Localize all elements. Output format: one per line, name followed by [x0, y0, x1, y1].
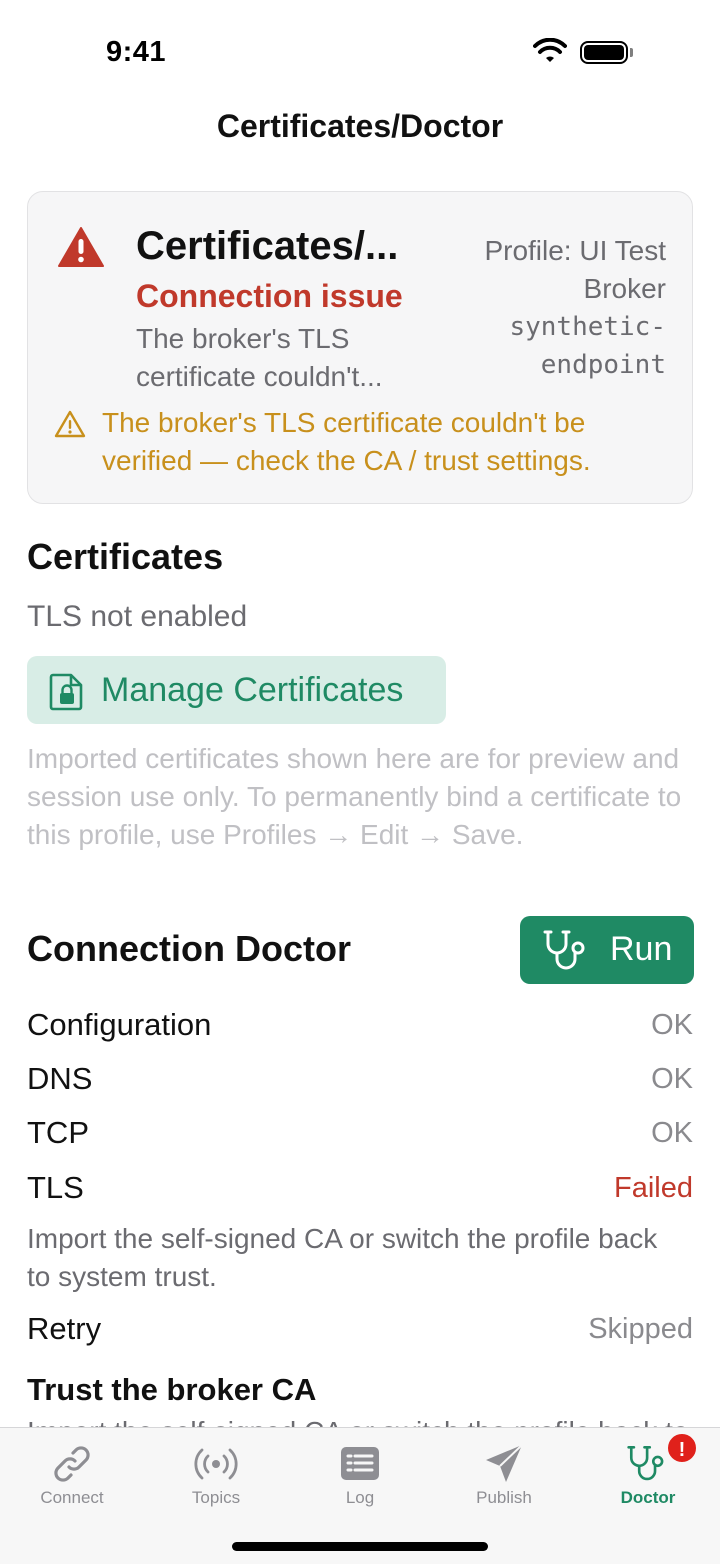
check-row-dns: DNS OK: [27, 1061, 693, 1105]
connection-alert-card: Certificates/... Connection issue The br…: [27, 191, 693, 504]
connection-doctor-heading: Connection Doctor: [27, 928, 351, 969]
run-label: Run: [610, 930, 673, 968]
manage-certificates-label: Manage Certificates: [101, 671, 404, 709]
check-row-configuration: Configuration OK: [27, 1007, 693, 1051]
manage-certificates-button[interactable]: Manage Certificates: [27, 656, 446, 724]
check-name: TCP: [27, 1115, 89, 1150]
alert-profile: Profile: UI Test Broker: [484, 235, 666, 304]
tab-label: Publish: [476, 1488, 532, 1507]
tab-label: Connect: [40, 1488, 104, 1507]
battery-cap: [630, 48, 633, 57]
stethoscope-icon: [627, 1445, 664, 1481]
broadcast-icon: [194, 1448, 238, 1480]
tab-log[interactable]: Log: [288, 1428, 432, 1528]
wifi-icon: [533, 38, 567, 62]
check-value: OK: [651, 1009, 693, 1041]
send-icon: [486, 1444, 523, 1482]
tls-status: TLS not enabled: [27, 600, 248, 633]
log-icon: [341, 1447, 379, 1480]
tls-hint: Import the self-signed CA or switch the …: [27, 1223, 658, 1292]
certificate-lock-icon: [49, 673, 83, 711]
stethoscope-icon: [543, 930, 585, 970]
tab-label: Doctor: [620, 1488, 676, 1507]
check-name: TLS: [27, 1170, 84, 1205]
home-indicator: [232, 1542, 488, 1551]
check-value: OK: [651, 1117, 693, 1149]
check-value-failed: Failed: [614, 1172, 693, 1204]
check-value: Skipped: [588, 1313, 693, 1345]
alert-status: Connection issue: [136, 278, 403, 314]
tab-label: Log: [345, 1488, 375, 1507]
battery-icon: [580, 41, 628, 64]
certificates-note: Imported certificates shown here are for…: [27, 743, 682, 850]
page-title: Certificates/Doctor: [216, 108, 504, 144]
run-doctor-button[interactable]: Run: [520, 916, 694, 984]
alert-triangle-icon: [58, 227, 104, 267]
alert-endpoint: synthetic-endpoint: [509, 312, 666, 380]
check-value: OK: [651, 1063, 693, 1095]
doctor-alert-badge: !: [666, 1432, 698, 1464]
tab-publish[interactable]: Publish: [432, 1428, 576, 1528]
warning-icon: [54, 410, 86, 438]
check-name: Retry: [27, 1311, 102, 1346]
check-name: DNS: [27, 1061, 93, 1096]
tab-topics[interactable]: Topics: [144, 1428, 288, 1528]
tab-connect[interactable]: Connect: [0, 1428, 144, 1528]
certificates-heading: Certificates: [27, 536, 224, 577]
tab-label: Topics: [191, 1488, 241, 1507]
alert-description: The broker's TLS certificate couldn't...: [136, 323, 383, 392]
check-row-tcp: TCP OK: [27, 1115, 693, 1159]
tab-doctor[interactable]: Doctor: [576, 1428, 720, 1528]
alert-title: Certificates/...: [136, 224, 399, 268]
check-row-retry: Retry Skipped: [27, 1311, 693, 1355]
status-time: 9:41: [106, 36, 167, 68]
status-bar: 9:41: [0, 0, 720, 100]
check-row-tls: TLS Failed: [27, 1170, 693, 1214]
check-name: Configuration: [27, 1007, 212, 1042]
warning-text: The broker's TLS certificate couldn't be…: [102, 407, 591, 476]
trust-ca-heading: Trust the broker CA: [27, 1372, 317, 1407]
link-icon: [54, 1446, 90, 1482]
